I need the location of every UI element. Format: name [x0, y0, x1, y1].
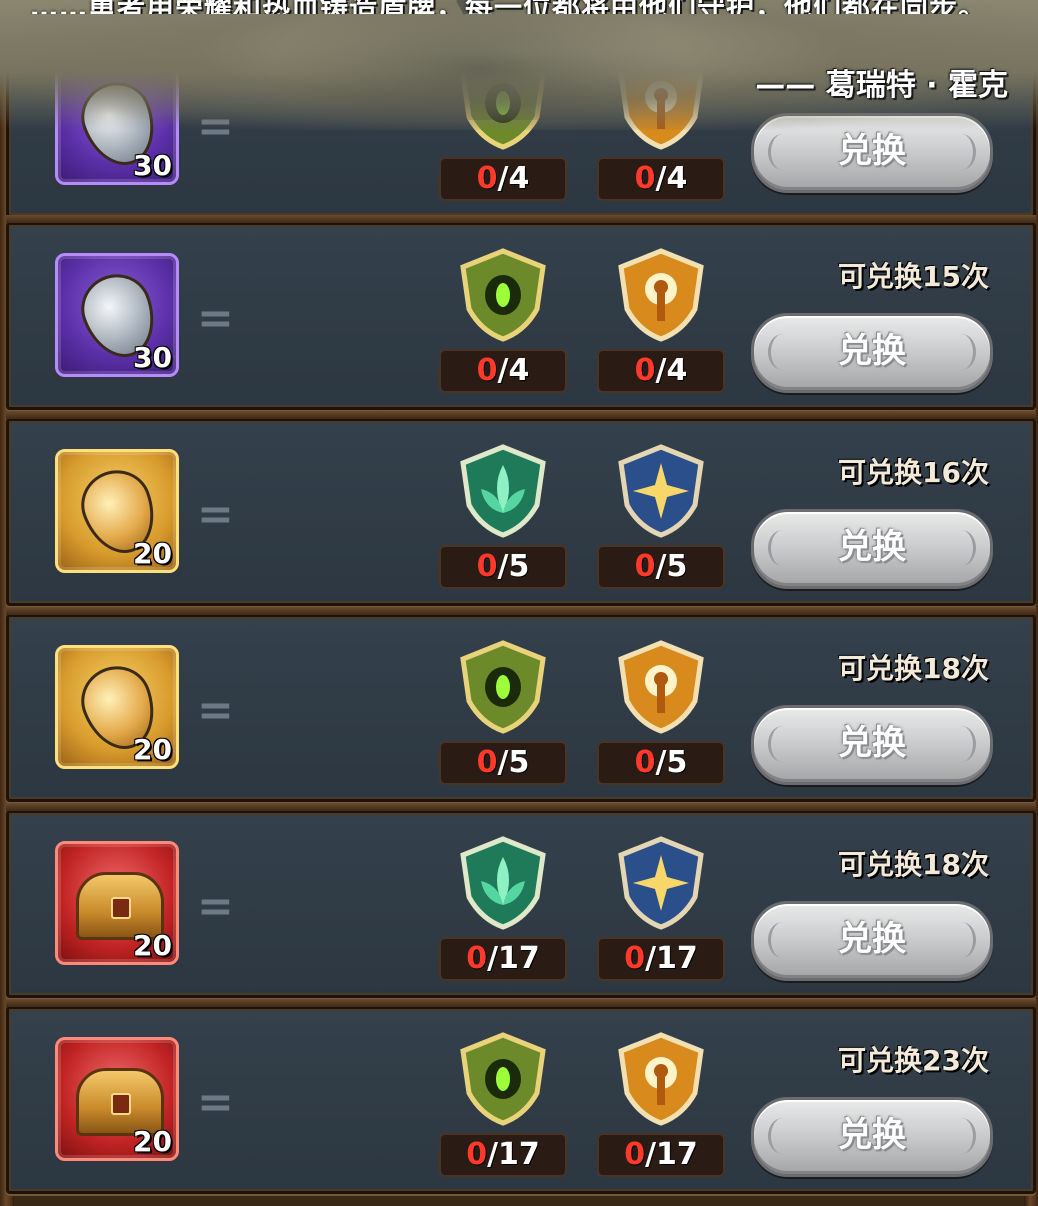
green-eye-emblem-icon[interactable] — [455, 247, 551, 343]
reward-red-chest[interactable]: 20 — [55, 1037, 179, 1161]
exchange-button[interactable]: 兑换 — [751, 509, 993, 589]
item2-count: 0/5 — [597, 545, 725, 589]
item2-count: 0/17 — [597, 937, 725, 981]
item2-count: 0/4 — [597, 349, 725, 393]
reward-gold-gem[interactable]: 20 — [55, 645, 179, 769]
exchange-button[interactable]: 兑换 — [751, 901, 993, 981]
exchange-limit-text: 可兑换16次 — [838, 456, 989, 489]
exchange-limit-text: 可兑换23次 — [838, 1044, 989, 1077]
exchange-limit-text: 可兑换15次 — [838, 260, 989, 293]
item2-count: 0/4 — [597, 157, 725, 201]
hero-silhouette — [270, 0, 690, 120]
exchange-row-5: 20 = 0/17 0/17 可兑换18次 兑换 — [6, 803, 1036, 998]
equals-sign: = — [197, 881, 234, 932]
teal-leaf-emblem-icon[interactable] — [455, 443, 551, 539]
gold-keyhole-emblem-icon[interactable] — [613, 1031, 709, 1127]
reward-quantity: 30 — [133, 341, 172, 374]
teal-leaf-emblem-icon[interactable] — [455, 835, 551, 931]
exchange-button[interactable]: 兑换 — [751, 1097, 993, 1177]
gold-keyhole-emblem-icon[interactable] — [613, 247, 709, 343]
reward-quantity: 20 — [133, 1125, 172, 1158]
reward-quantity: 20 — [133, 929, 172, 962]
equals-sign: = — [197, 685, 234, 736]
exchange-limit-text: 可兑换18次 — [838, 652, 989, 685]
item1-count: 0/17 — [439, 937, 567, 981]
item1-count: 0/4 — [439, 157, 567, 201]
reward-quantity: 20 — [133, 537, 172, 570]
quote-author: —— 葛瑞特 · 霍克 — [755, 68, 1008, 103]
exchange-button[interactable]: 兑换 — [751, 313, 993, 393]
item2-count: 0/5 — [597, 741, 725, 785]
exchange-row-6: 20 = 0/17 0/17 可兑换23次 兑换 — [6, 999, 1036, 1194]
item1-count: 0/5 — [439, 545, 567, 589]
item1-count: 0/5 — [439, 741, 567, 785]
blue-star-emblem-icon[interactable] — [613, 835, 709, 931]
green-eye-emblem-icon[interactable] — [455, 639, 551, 735]
quote-text: ……勇者用荣耀和热血铸造盾牌，每一位都将由他们守护，他们都在同步。 — [30, 0, 1020, 14]
exchange-row-4: 20 = 0/5 0/5 可兑换18次 兑换 — [6, 607, 1036, 802]
equals-sign: = — [197, 293, 234, 344]
gold-keyhole-emblem-icon[interactable] — [613, 639, 709, 735]
reward-purple-gem[interactable]: 30 — [55, 253, 179, 377]
reward-quantity: 30 — [133, 149, 172, 182]
blue-star-emblem-icon[interactable] — [613, 443, 709, 539]
quote-banner: ……勇者用荣耀和热血铸造盾牌，每一位都将由他们守护，他们都在同步。 —— 葛瑞特… — [0, 0, 1038, 130]
exchange-limit-text: 可兑换18次 — [838, 848, 989, 881]
reward-gold-gem[interactable]: 20 — [55, 449, 179, 573]
item2-count: 0/17 — [597, 1133, 725, 1177]
exchange-button[interactable]: 兑换 — [751, 705, 993, 785]
exchange-row-2: 30 = 0/4 0/4 可兑换15次 兑换 — [6, 215, 1036, 410]
reward-red-chest[interactable]: 20 — [55, 841, 179, 965]
green-eye-emblem-icon[interactable] — [455, 1031, 551, 1127]
reward-quantity: 20 — [133, 733, 172, 766]
equals-sign: = — [197, 489, 234, 540]
equals-sign: = — [197, 1077, 234, 1128]
item1-count: 0/4 — [439, 349, 567, 393]
exchange-row-3: 20 = 0/5 0/5 可兑换16次 兑换 — [6, 411, 1036, 606]
item1-count: 0/17 — [439, 1133, 567, 1177]
